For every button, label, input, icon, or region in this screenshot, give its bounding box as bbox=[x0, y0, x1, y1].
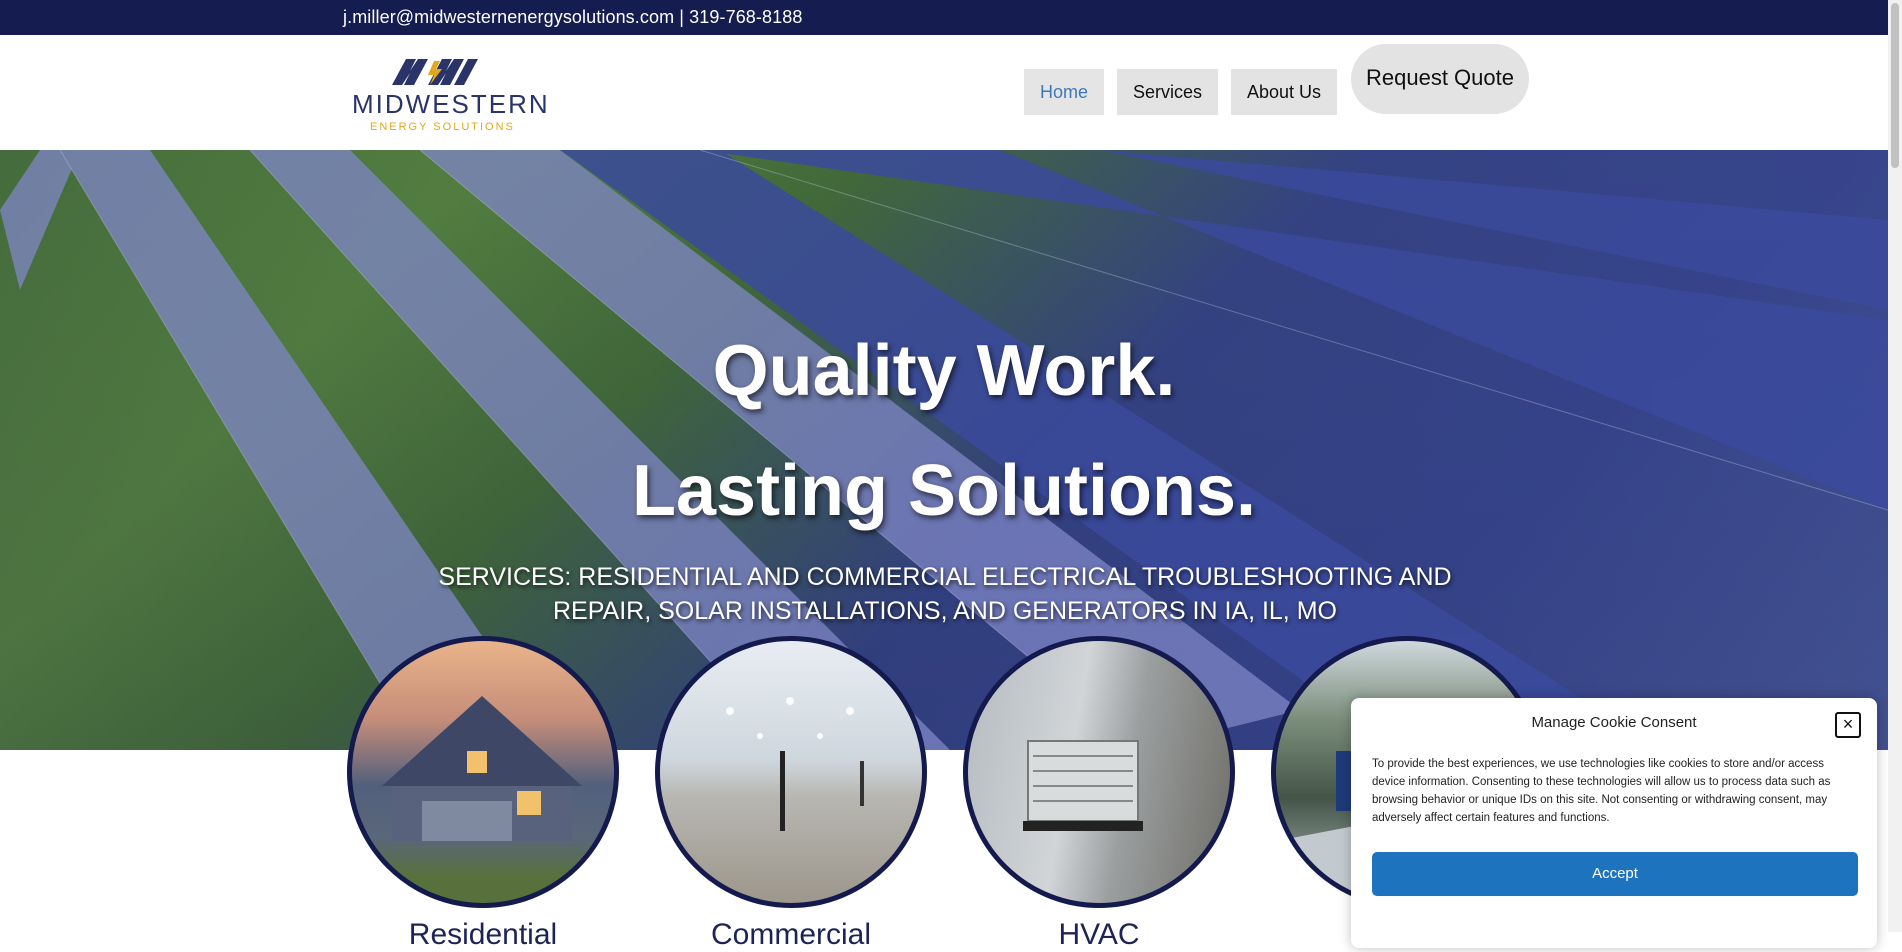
warehouse-icon bbox=[726, 697, 864, 831]
service-card-commercial-image[interactable] bbox=[655, 636, 927, 908]
logo-mark-icon bbox=[392, 59, 478, 85]
logo-brand-text: MIDWESTERN bbox=[352, 89, 550, 119]
service-card-hvac-image[interactable] bbox=[963, 636, 1235, 908]
cookie-dialog-body: To provide the best experiences, we use … bbox=[1372, 758, 1831, 824]
hero-services-text: SERVICES: RESIDENTIAL AND COMMERCIAL ELE… bbox=[438, 563, 1452, 625]
service-card-residential-image[interactable] bbox=[347, 636, 619, 908]
service-label-commercial[interactable]: Commercial bbox=[660, 918, 922, 952]
accept-cookies-button[interactable]: Accept bbox=[1372, 852, 1858, 896]
site-header: MIDWESTERN ENERGY SOLUTIONS Home Service… bbox=[0, 35, 1888, 150]
close-icon[interactable]: × bbox=[1835, 712, 1861, 738]
service-label-hvac[interactable]: HVAC bbox=[968, 918, 1230, 952]
scrollbar-thumb[interactable] bbox=[1891, 3, 1899, 168]
nav-services[interactable]: Services bbox=[1117, 69, 1219, 115]
site-logo[interactable]: MIDWESTERN ENERGY SOLUTIONS bbox=[350, 55, 548, 135]
cookie-consent-dialog: Manage Cookie Consent × To provide the b… bbox=[1351, 698, 1877, 948]
nav-about-us[interactable]: About Us bbox=[1231, 69, 1338, 115]
service-label-residential[interactable]: Residential bbox=[352, 918, 614, 952]
page-scrollbar[interactable] bbox=[1888, 0, 1902, 932]
ac-unit-icon bbox=[1023, 740, 1143, 831]
hero-heading-line1: Quality Work. bbox=[712, 331, 1176, 411]
contact-info[interactable]: j.miller@midwesternenergysolutions.com |… bbox=[343, 7, 802, 28]
house-icon bbox=[382, 696, 582, 841]
logo-tagline: ENERGY SOLUTIONS bbox=[370, 121, 515, 133]
request-quote-button[interactable]: Request Quote bbox=[1351, 44, 1529, 114]
cookie-dialog-title: Manage Cookie Consent bbox=[1531, 714, 1697, 731]
hero-heading-line2: Lasting Solutions. bbox=[632, 451, 1256, 531]
top-contact-bar: j.miller@midwesternenergysolutions.com |… bbox=[0, 0, 1902, 35]
nav-home[interactable]: Home bbox=[1024, 69, 1105, 115]
hero-banner: Quality Work. Lasting Solutions. SERVICE… bbox=[0, 150, 1888, 750]
